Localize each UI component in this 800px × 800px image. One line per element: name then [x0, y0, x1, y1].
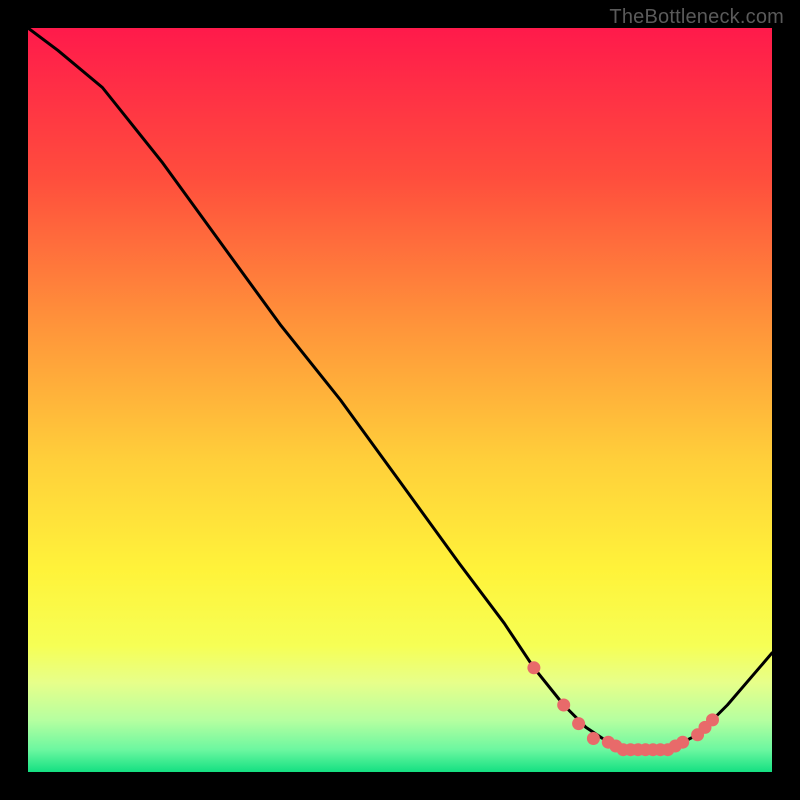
curve-path	[28, 28, 772, 750]
bottleneck-curve	[28, 28, 772, 772]
plot-area	[28, 28, 772, 772]
data-marker	[527, 661, 540, 674]
data-marker	[706, 713, 719, 726]
data-marker	[557, 699, 570, 712]
watermark-text: TheBottleneck.com	[609, 6, 784, 29]
data-marker	[587, 732, 600, 745]
chart-frame: TheBottleneck.com	[0, 0, 800, 800]
data-marker	[572, 717, 585, 730]
data-marker	[676, 736, 689, 749]
